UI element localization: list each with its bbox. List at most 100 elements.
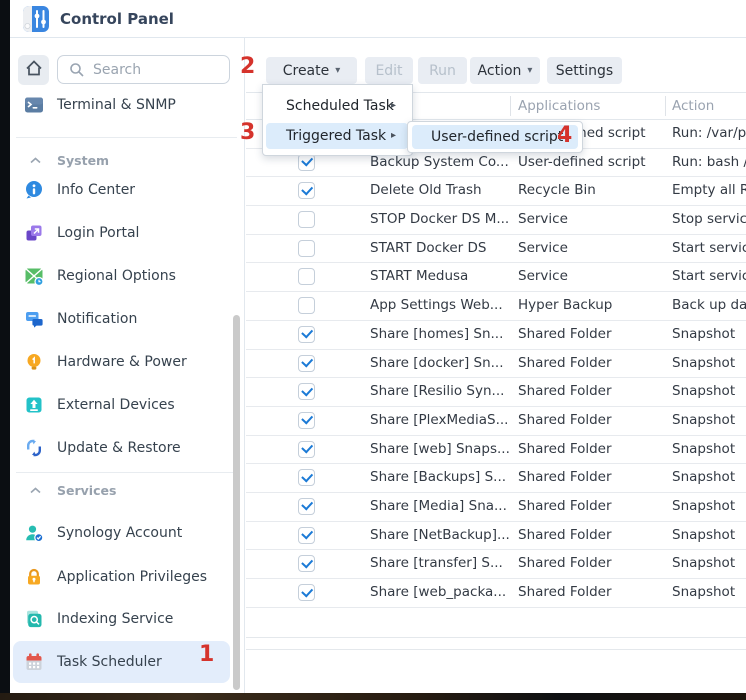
create-button[interactable]: Create ▾ <box>266 57 357 84</box>
table-row[interactable]: Share [web_packa... Shared Folder Snapsh… <box>246 579 746 608</box>
section-label: Services <box>57 483 116 498</box>
settings-button[interactable]: Settings <box>547 57 622 84</box>
task-scheduler-icon <box>24 652 44 672</box>
sidebar-item-label: Hardware & Power <box>57 354 187 370</box>
row-checkbox[interactable] <box>298 154 315 171</box>
menu-item-user-defined-script[interactable]: User-defined script <box>412 125 578 149</box>
task-action: Back up da <box>672 292 746 319</box>
search-input[interactable]: Search <box>57 55 230 84</box>
row-checkbox[interactable] <box>298 240 315 257</box>
column-header-applications[interactable]: Applications <box>518 93 600 119</box>
control-panel-icon <box>22 5 50 33</box>
task-name: Share [Media] Sna... <box>370 493 516 520</box>
task-application: Shared Folder <box>518 522 664 549</box>
task-table-body: User-defined script Run: /var/p Backup S… <box>246 120 746 608</box>
sidebar-item-task-scheduler[interactable]: Task Scheduler <box>24 648 162 676</box>
task-name: Share [homes] Sn... <box>370 321 516 348</box>
annotation-1: 1 <box>199 644 214 666</box>
edit-button[interactable]: Edit <box>365 57 413 84</box>
table-row[interactable]: START Medusa Service Start servic <box>246 263 746 292</box>
sidebar-item-update-restore[interactable]: Update & Restore <box>24 434 181 462</box>
action-button[interactable]: Action ▾ <box>470 57 540 84</box>
indexing-service-icon <box>24 609 44 629</box>
table-row[interactable]: Share [Backups] S... Shared Folder Snaps… <box>246 464 746 493</box>
annotation-4: 4 <box>557 125 572 147</box>
row-checkbox[interactable] <box>298 211 315 228</box>
sidebar-item-application-privileges[interactable]: Application Privileges <box>24 563 207 591</box>
row-checkbox[interactable] <box>298 527 315 544</box>
row-checkbox[interactable] <box>298 383 315 400</box>
task-application: Shared Folder <box>518 378 664 405</box>
row-checkbox[interactable] <box>298 584 315 601</box>
home-icon <box>24 58 44 82</box>
sidebar-item-label: Update & Restore <box>57 440 181 456</box>
task-name: Delete Old Trash <box>370 177 516 204</box>
menu-item-triggered-task[interactable]: Triggered Task ▸ <box>266 123 408 149</box>
row-checkbox[interactable] <box>298 297 315 314</box>
task-name: STOP Docker DS M... <box>370 206 516 233</box>
sidebar-scrollbar[interactable] <box>233 315 240 690</box>
sidebar-item-notification[interactable]: Notification <box>24 305 137 333</box>
table-row[interactable]: App Settings Web... Hyper Backup Back up… <box>246 292 746 321</box>
run-button[interactable]: Run <box>418 57 467 84</box>
sidebar-item-external-devices[interactable]: External Devices <box>24 391 175 419</box>
external-devices-icon <box>24 395 44 415</box>
table-row[interactable]: Share [web] Snaps... Shared Folder Snaps… <box>246 436 746 465</box>
sidebar-item-indexing-service[interactable]: Indexing Service <box>24 605 173 633</box>
table-row[interactable]: Share [Resilio Syn... Shared Folder Snap… <box>246 378 746 407</box>
sidebar-item-info-center[interactable]: Info Center <box>24 176 135 204</box>
table-row[interactable]: STOP Docker DS M... Service Stop servic <box>246 206 746 235</box>
sidebar-item-regional-options[interactable]: Regional Options <box>24 262 176 290</box>
sidebar-divider <box>16 472 237 473</box>
table-row[interactable]: Share [Media] Sna... Shared Folder Snaps… <box>246 493 746 522</box>
button-label: Run <box>429 63 456 79</box>
task-application: Service <box>518 263 664 290</box>
annotation-2: 2 <box>240 56 255 78</box>
task-name: Share [web_packa... <box>370 579 516 606</box>
window-title: Control Panel <box>60 0 174 38</box>
sidebar-section-services[interactable]: Services <box>30 480 116 500</box>
table-row[interactable]: Share [transfer] S... Shared Folder Snap… <box>246 550 746 579</box>
table-row[interactable]: Delete Old Trash Recycle Bin Empty all R <box>246 177 746 206</box>
home-button[interactable] <box>18 55 49 85</box>
table-row[interactable]: START Docker DS Service Start servic <box>246 235 746 264</box>
sidebar-item-label: Task Scheduler <box>57 654 162 670</box>
sidebar-item-terminal-snmp[interactable]: Terminal & SNMP <box>24 91 176 119</box>
terminal-icon <box>24 95 44 115</box>
row-checkbox[interactable] <box>298 268 315 285</box>
task-action: Snapshot <box>672 378 746 405</box>
column-header-action[interactable]: Action <box>672 93 714 119</box>
sidebar-item-label: Notification <box>57 311 137 327</box>
table-row[interactable]: Share [NetBackup]... Shared Folder Snaps… <box>246 522 746 551</box>
row-checkbox[interactable] <box>298 412 315 429</box>
sidebar-item-label: Login Portal <box>57 225 139 241</box>
task-application: Recycle Bin <box>518 177 664 204</box>
task-action: Snapshot <box>672 350 746 377</box>
task-action: Snapshot <box>672 550 746 577</box>
table-row[interactable]: Share [homes] Sn... Shared Folder Snapsh… <box>246 321 746 350</box>
row-checkbox[interactable] <box>298 182 315 199</box>
row-checkbox[interactable] <box>298 498 315 515</box>
sidebar-item-hardware-power[interactable]: Hardware & Power <box>24 348 187 376</box>
button-label: Create <box>283 63 330 79</box>
row-checkbox[interactable] <box>298 326 315 343</box>
task-action: Run: /var/p <box>672 120 746 147</box>
sidebar-section-system[interactable]: System <box>30 150 109 170</box>
table-row[interactable]: Share [docker] Sn... Shared Folder Snaps… <box>246 350 746 379</box>
row-checkbox[interactable] <box>298 355 315 372</box>
task-action: Snapshot <box>672 493 746 520</box>
button-label: Action <box>478 63 522 79</box>
task-action: Start servic <box>672 235 746 262</box>
login-portal-icon <box>24 223 44 243</box>
menu-item-scheduled-task[interactable]: Scheduled Task ▸ <box>266 93 408 119</box>
sidebar-item-label: Info Center <box>57 182 135 198</box>
sidebar-item-synology-account[interactable]: Synology Account <box>24 519 182 547</box>
menu-item-label: Triggered Task <box>286 128 386 144</box>
table-row[interactable]: Share [PlexMediaS... Shared Folder Snaps… <box>246 407 746 436</box>
row-checkbox[interactable] <box>298 555 315 572</box>
task-name: Share [NetBackup]... <box>370 522 516 549</box>
row-checkbox[interactable] <box>298 469 315 486</box>
row-checkbox[interactable] <box>298 441 315 458</box>
task-action: Snapshot <box>672 321 746 348</box>
sidebar-item-login-portal[interactable]: Login Portal <box>24 219 139 247</box>
